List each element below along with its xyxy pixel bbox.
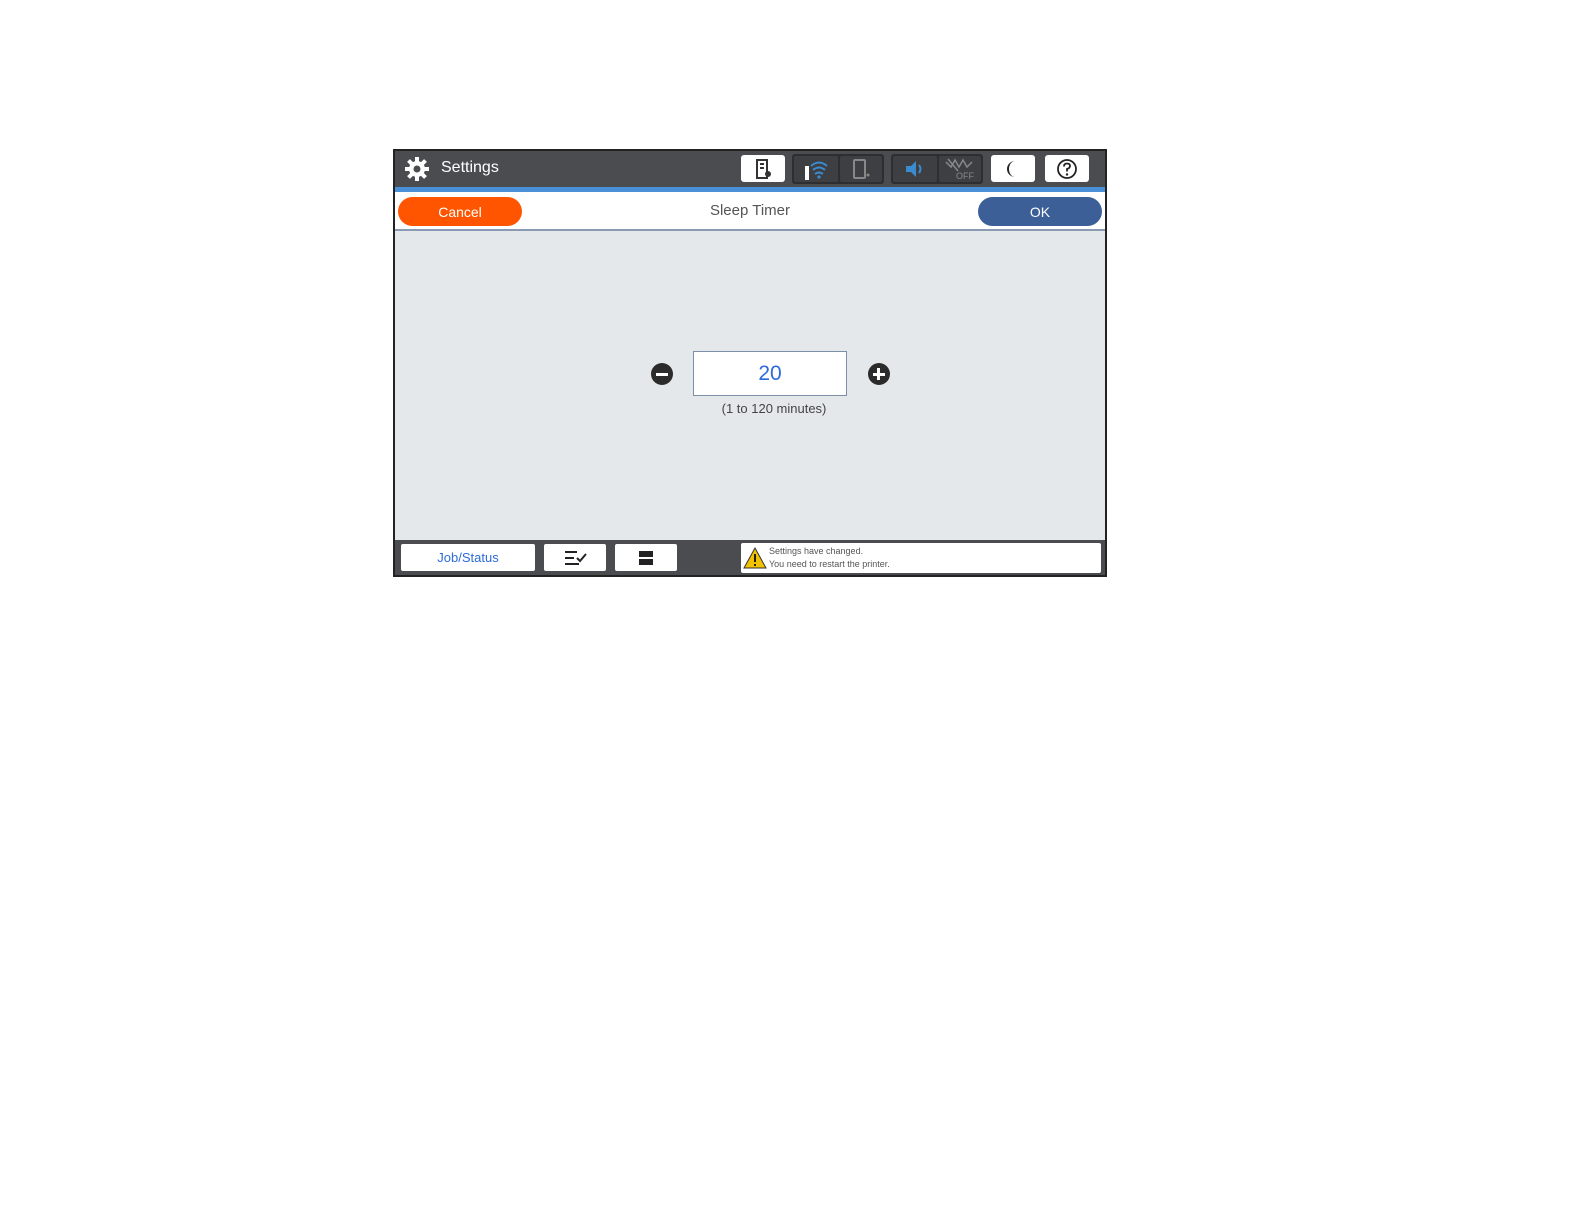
status-bar: Settings OFF (395, 151, 1105, 187)
gear-icon (405, 157, 429, 181)
printer-screen: Settings OFF Cancel Sleep Timer OK 20 (1… (393, 149, 1107, 577)
job-status-button[interactable]: Job/Status (401, 544, 535, 571)
printer-status-button[interactable] (615, 544, 677, 571)
notice-line-1: Settings have changed. (769, 546, 864, 556)
bottom-bar: Job/Status Settings have changed. You ne… (395, 540, 1105, 575)
quiet-mode-status[interactable]: OFF (939, 156, 981, 182)
dialog-header: Cancel Sleep Timer OK (395, 192, 1105, 231)
wifi-direct-icon (853, 159, 870, 179)
sound-icon (906, 161, 922, 177)
ink-level-icon (756, 158, 771, 179)
ink-level-button[interactable] (741, 155, 785, 182)
range-hint: (1 to 120 minutes) (721, 401, 827, 416)
job-list-button[interactable] (544, 544, 606, 571)
decrement-button[interactable] (651, 363, 673, 385)
wifi-status[interactable] (794, 156, 838, 182)
warning-icon (743, 547, 767, 569)
sleep-timer-input[interactable]: 20 (693, 351, 847, 396)
printer-icon (639, 550, 653, 565)
quiet-mode-label: OFF (956, 171, 974, 181)
sleep-button[interactable] (991, 155, 1035, 182)
sleep-icon (1007, 160, 1015, 177)
quiet-mode-off-icon: OFF (945, 158, 974, 181)
network-status-group[interactable] (792, 154, 884, 184)
sound-status[interactable] (893, 156, 937, 182)
wifi-icon (805, 161, 828, 180)
help-icon (1057, 158, 1077, 179)
help-button[interactable] (1045, 155, 1089, 182)
increment-button[interactable] (868, 363, 890, 385)
page-title: Settings (441, 159, 499, 176)
wifi-direct-status[interactable] (840, 156, 882, 182)
notice-line-2: You need to restart the printer. (769, 559, 890, 569)
restart-notice[interactable]: Settings have changed. You need to resta… (741, 543, 1101, 573)
sound-quiet-group[interactable]: OFF (891, 154, 983, 184)
ok-button[interactable]: OK (978, 197, 1102, 226)
job-list-icon (565, 550, 587, 565)
